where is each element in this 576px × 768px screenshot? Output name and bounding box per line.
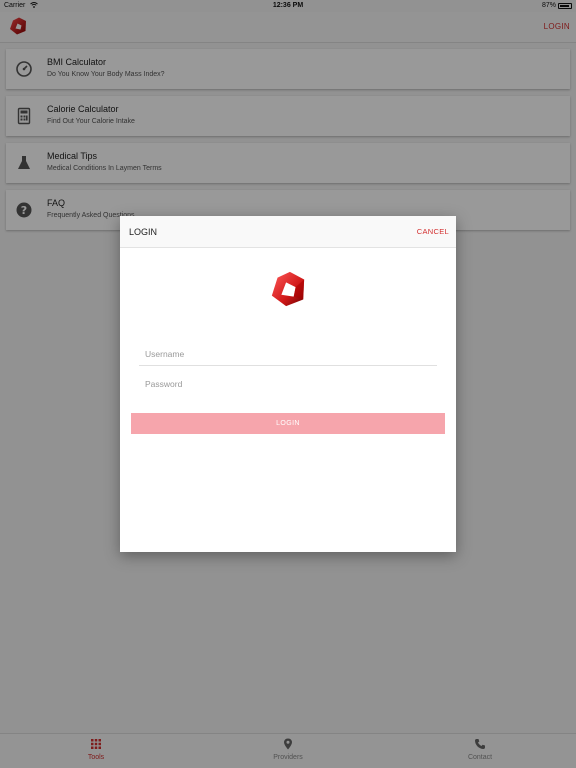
password-field-wrapper — [139, 374, 437, 396]
cancel-button[interactable]: CANCEL — [417, 227, 449, 236]
dialog-header: LOGIN CANCEL — [120, 216, 456, 248]
dialog-title: LOGIN — [129, 227, 158, 237]
brand-logo-icon — [271, 271, 305, 307]
password-input[interactable] — [139, 375, 437, 393]
username-input[interactable] — [139, 345, 437, 363]
login-dialog: LOGIN CANCEL LOGIN — [120, 216, 456, 552]
username-field-wrapper — [139, 344, 437, 366]
login-button[interactable]: LOGIN — [131, 413, 445, 434]
